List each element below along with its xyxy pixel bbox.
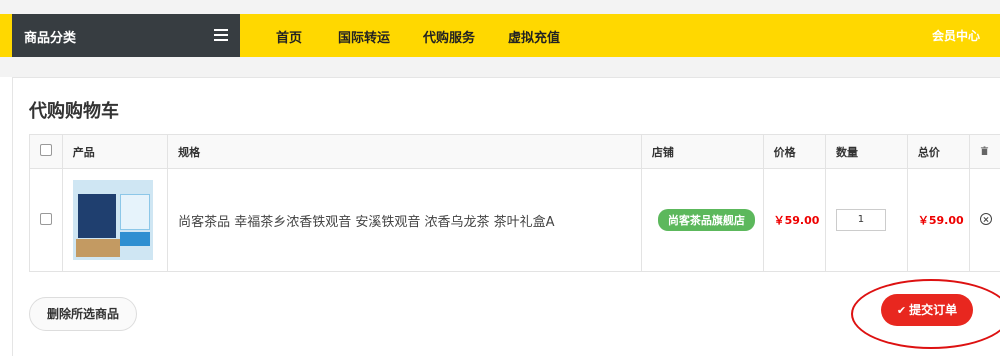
- menu-icon[interactable]: [214, 29, 228, 41]
- row-checkbox[interactable]: [40, 212, 52, 225]
- total-cell: ￥59.00: [906, 168, 971, 272]
- spacer: [0, 57, 1000, 77]
- header-price: 价格: [762, 134, 826, 169]
- main-navbar: 商品分类 首页 国际转运 代购服务 虚拟充值 会员中心: [0, 14, 1000, 57]
- header-quantity: 数量: [824, 134, 908, 169]
- row-total: ￥59.00: [917, 214, 964, 227]
- product-spec[interactable]: 尚客茶品 幸福茶乡浓香铁观音 安溪铁观音 浓香乌龙茶 茶叶礼盒A: [178, 215, 554, 230]
- delete-selected-button[interactable]: 删除所选商品: [29, 297, 137, 331]
- table-row: 尚客茶品 幸福茶乡浓香铁观音 安溪铁观音 浓香乌龙茶 茶叶礼盒A 尚客茶品旗舰店…: [29, 168, 1000, 272]
- header-store: 店铺: [640, 134, 764, 169]
- price-cell: ￥59.00: [762, 168, 826, 272]
- nav-item-purchase-service[interactable]: 代购服务: [423, 27, 475, 46]
- row-select-cell: [29, 168, 63, 272]
- store-cell: 尚客茶品旗舰店: [640, 168, 764, 272]
- category-menu[interactable]: 商品分类: [12, 14, 240, 57]
- unit-price: ￥59.00: [773, 214, 820, 227]
- page-title: 代购购物车: [29, 101, 119, 122]
- highlight-circle: [851, 279, 1000, 349]
- header-total: 总价: [906, 134, 971, 169]
- remove-cell: [969, 168, 1000, 272]
- nav-item-home[interactable]: 首页: [276, 27, 302, 46]
- member-center-link[interactable]: 会员中心: [932, 27, 980, 44]
- cart-panel: 代购购物车 产品 规格 店铺 价格 数量 总价 尚客茶品 幸福茶乡浓香铁观音 安…: [12, 77, 1000, 356]
- select-all-cell: [29, 134, 63, 169]
- select-all-checkbox[interactable]: [40, 144, 52, 156]
- quantity-cell: 1: [824, 168, 908, 272]
- store-badge[interactable]: 尚客茶品旗舰店: [657, 209, 755, 231]
- nav-item-forwarding[interactable]: 国际转运: [338, 27, 390, 46]
- header-spec: 规格: [167, 134, 642, 169]
- trash-icon: [981, 146, 989, 155]
- nav-item-recharge[interactable]: 虚拟充值: [508, 27, 560, 46]
- quantity-input[interactable]: 1: [835, 209, 886, 231]
- top-strip: [0, 0, 1000, 14]
- header-product: 产品: [61, 134, 169, 169]
- remove-icon[interactable]: [980, 212, 993, 225]
- header-delete: [969, 134, 1000, 169]
- table-header-row: 产品 规格 店铺 价格 数量 总价: [29, 134, 1000, 169]
- product-image[interactable]: [72, 180, 153, 260]
- cart-table: 产品 规格 店铺 价格 数量 总价 尚客茶品 幸福茶乡浓香铁观音 安溪铁观音 浓…: [29, 134, 1000, 272]
- category-label: 商品分类: [24, 31, 77, 46]
- product-image-cell: [61, 168, 169, 272]
- spec-cell: 尚客茶品 幸福茶乡浓香铁观音 安溪铁观音 浓香乌龙茶 茶叶礼盒A: [167, 168, 642, 272]
